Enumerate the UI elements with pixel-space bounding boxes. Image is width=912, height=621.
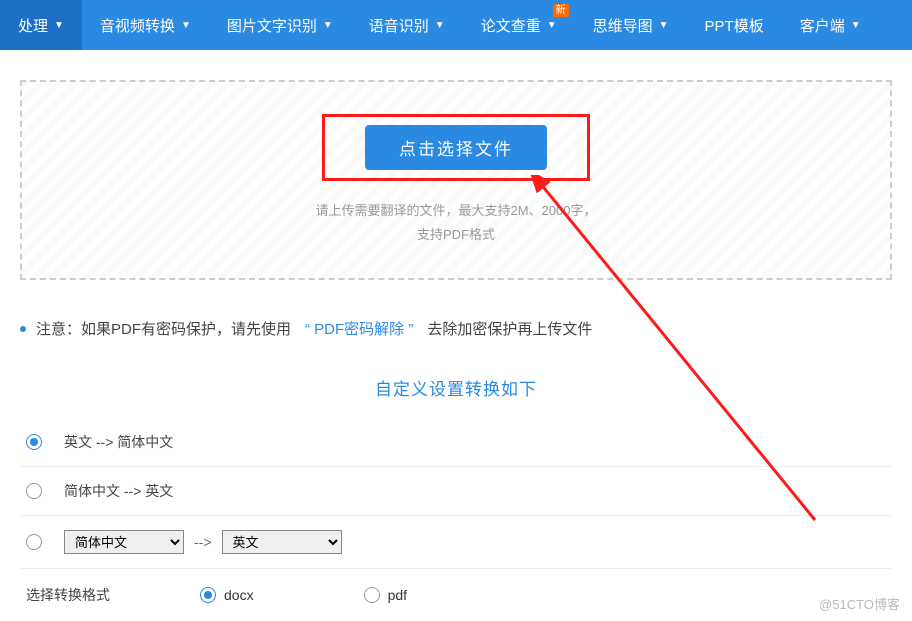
upload-dropzone[interactable]: 点击选择文件 请上传需要翻译的文件，最大支持2M、2000字， 支持PDF格式 (20, 80, 892, 280)
bullet-icon (20, 326, 26, 332)
pdf-unlock-link[interactable]: “ PDF密码解除 ” (305, 318, 413, 339)
chevron-down-icon: ▼ (851, 20, 861, 31)
format-pdf[interactable]: pdf (364, 587, 407, 603)
option-label: 英文 --> 简体中文 (64, 432, 173, 452)
new-badge: 新 (553, 4, 569, 17)
nav-item-paper-check[interactable]: 论文查重▼新 (463, 0, 575, 50)
nav-item-client[interactable]: 客户端▼ (782, 0, 879, 50)
nav-item-speech[interactable]: 语音识别▼ (351, 0, 463, 50)
top-nav: 处理▼ 音视频转换▼ 图片文字识别▼ 语音识别▼ 论文查重▼新 思维导图▼ PP… (0, 0, 912, 50)
annotation-highlight: 点击选择文件 (322, 114, 590, 181)
lang-option-en-zh[interactable]: 英文 --> 简体中文 (20, 418, 892, 467)
lang-from-select[interactable]: 简体中文 (64, 530, 184, 554)
radio-en-zh[interactable] (26, 434, 42, 450)
lang-option-zh-en[interactable]: 简体中文 --> 英文 (20, 467, 892, 516)
option-label: 简体中文 --> 英文 (64, 481, 173, 501)
radio-zh-en[interactable] (26, 483, 42, 499)
radio-pdf[interactable] (364, 587, 380, 603)
arrow-icon: --> (194, 534, 212, 550)
nav-item-ppt[interactable]: PPT模板 (687, 0, 782, 50)
format-label: docx (224, 587, 254, 603)
chevron-down-icon: ▼ (547, 20, 557, 31)
nav-item-mindmap[interactable]: 思维导图▼ (575, 0, 687, 50)
lang-to-select[interactable]: 英文 (222, 530, 342, 554)
nav-item-ocr[interactable]: 图片文字识别▼ (209, 0, 351, 50)
choose-file-button[interactable]: 点击选择文件 (365, 125, 547, 170)
notice-prefix: 注意：如果PDF有密码保护，请先使用 (36, 318, 291, 339)
radio-docx[interactable] (200, 587, 216, 603)
format-label: pdf (388, 587, 407, 603)
notice-row: 注意：如果PDF有密码保护，请先使用 “ PDF密码解除 ” 去除加密保护再上传… (20, 318, 892, 339)
chevron-down-icon: ▼ (54, 20, 64, 31)
chevron-down-icon: ▼ (435, 20, 445, 31)
output-format-row: 选择转换格式 docx pdf (20, 569, 892, 621)
lang-option-custom[interactable]: 简体中文 --> 英文 (20, 516, 892, 569)
format-title: 选择转换格式 (26, 585, 110, 605)
format-docx[interactable]: docx (200, 587, 254, 603)
chevron-down-icon: ▼ (181, 20, 191, 31)
notice-suffix: 去除加密保护再上传文件 (427, 318, 592, 339)
radio-custom[interactable] (26, 534, 42, 550)
nav-item-process[interactable]: 处理▼ (0, 0, 82, 50)
watermark: @51CTO博客 (819, 594, 900, 613)
chevron-down-icon: ▼ (323, 20, 333, 31)
upload-hint: 请上传需要翻译的文件，最大支持2M、2000字， 支持PDF格式 (316, 199, 597, 246)
nav-item-av-convert[interactable]: 音视频转换▼ (82, 0, 209, 50)
chevron-down-icon: ▼ (659, 20, 669, 31)
custom-settings-title: 自定义设置转换如下 (20, 375, 892, 400)
